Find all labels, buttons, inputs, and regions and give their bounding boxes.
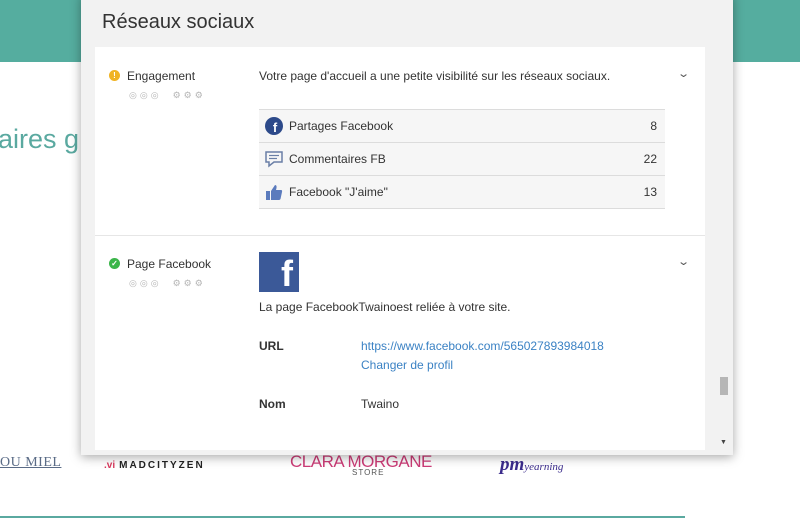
name-label: Nom: [259, 397, 286, 411]
scrollbar[interactable]: ▼: [717, 47, 728, 450]
difficulty-rating: ◎◎◎ ⚙⚙⚙: [129, 90, 206, 100]
facebook-linked-text: La page FacebookTwainoest reliée à votre…: [259, 300, 511, 314]
clara-morgane-logo: CLARA MORGANE STORE: [290, 452, 432, 477]
facebook-logo-icon: f: [259, 252, 299, 292]
warning-icon: !: [109, 70, 120, 81]
thumbs-up-icon: [265, 183, 283, 201]
stat-value: 22: [643, 152, 657, 166]
difficulty-rating: ◎◎◎ ⚙⚙⚙: [129, 278, 206, 288]
stat-label: Facebook "J'aime": [289, 185, 388, 199]
stat-value: 13: [643, 185, 657, 199]
stat-value: 8: [650, 119, 657, 133]
facebook-page-section: ✓ Page Facebook ◎◎◎ ⚙⚙⚙ ⌄ f La page Face…: [95, 236, 705, 450]
engagement-stats-table: f Partages Facebook 8 Commentaires FB 22: [259, 109, 665, 209]
comment-icon: [265, 150, 283, 168]
facebook-page-title: Page Facebook: [127, 257, 212, 271]
madcityzen-logo: .vi MADCITYZEN: [104, 460, 205, 471]
scroll-down-icon[interactable]: ▼: [720, 439, 727, 446]
table-row: Facebook "J'aime" 13: [259, 175, 665, 209]
table-row: Commentaires FB 22: [259, 142, 665, 175]
scrollbar-thumb[interactable]: [720, 377, 728, 395]
chevron-down-icon[interactable]: ⌄: [677, 67, 690, 80]
modal-title: Réseaux sociaux: [102, 11, 255, 33]
divider-line: [0, 516, 685, 518]
social-networks-modal: Réseaux sociaux ! Engagement ◎◎◎ ⚙⚙⚙ ⌄ V…: [81, 0, 733, 455]
stat-label: Partages Facebook: [289, 119, 394, 133]
background-heading: aires g: [0, 124, 80, 154]
partner-logos: OU MIEL .vi MADCITYZEN CLARA MORGANE STORE…: [0, 450, 800, 490]
name-value: Twaino: [361, 397, 400, 411]
miel-logo[interactable]: OU MIEL: [0, 455, 61, 471]
engagement-description: Votre page d'accueil a une petite visibi…: [259, 69, 611, 83]
change-profile-link[interactable]: Changer de profil: [361, 358, 453, 372]
checkmark-icon: ✓: [109, 258, 120, 269]
stat-label: Commentaires FB: [289, 152, 386, 166]
engagement-section: ! Engagement ◎◎◎ ⚙⚙⚙ ⌄ Votre page d'accu…: [95, 47, 705, 236]
table-row: f Partages Facebook 8: [259, 109, 665, 142]
engagement-title: Engagement: [127, 69, 196, 83]
modal-body: ! Engagement ◎◎◎ ⚙⚙⚙ ⌄ Votre page d'accu…: [95, 47, 705, 450]
svg-text:f: f: [273, 120, 278, 135]
facebook-url-link[interactable]: https://www.facebook.com/565027893984018: [361, 339, 604, 353]
pm-yearning-logo: pmyearning: [500, 454, 564, 475]
url-label: URL: [259, 339, 284, 353]
facebook-round-icon: f: [265, 117, 283, 135]
chevron-down-icon[interactable]: ⌄: [677, 255, 690, 268]
